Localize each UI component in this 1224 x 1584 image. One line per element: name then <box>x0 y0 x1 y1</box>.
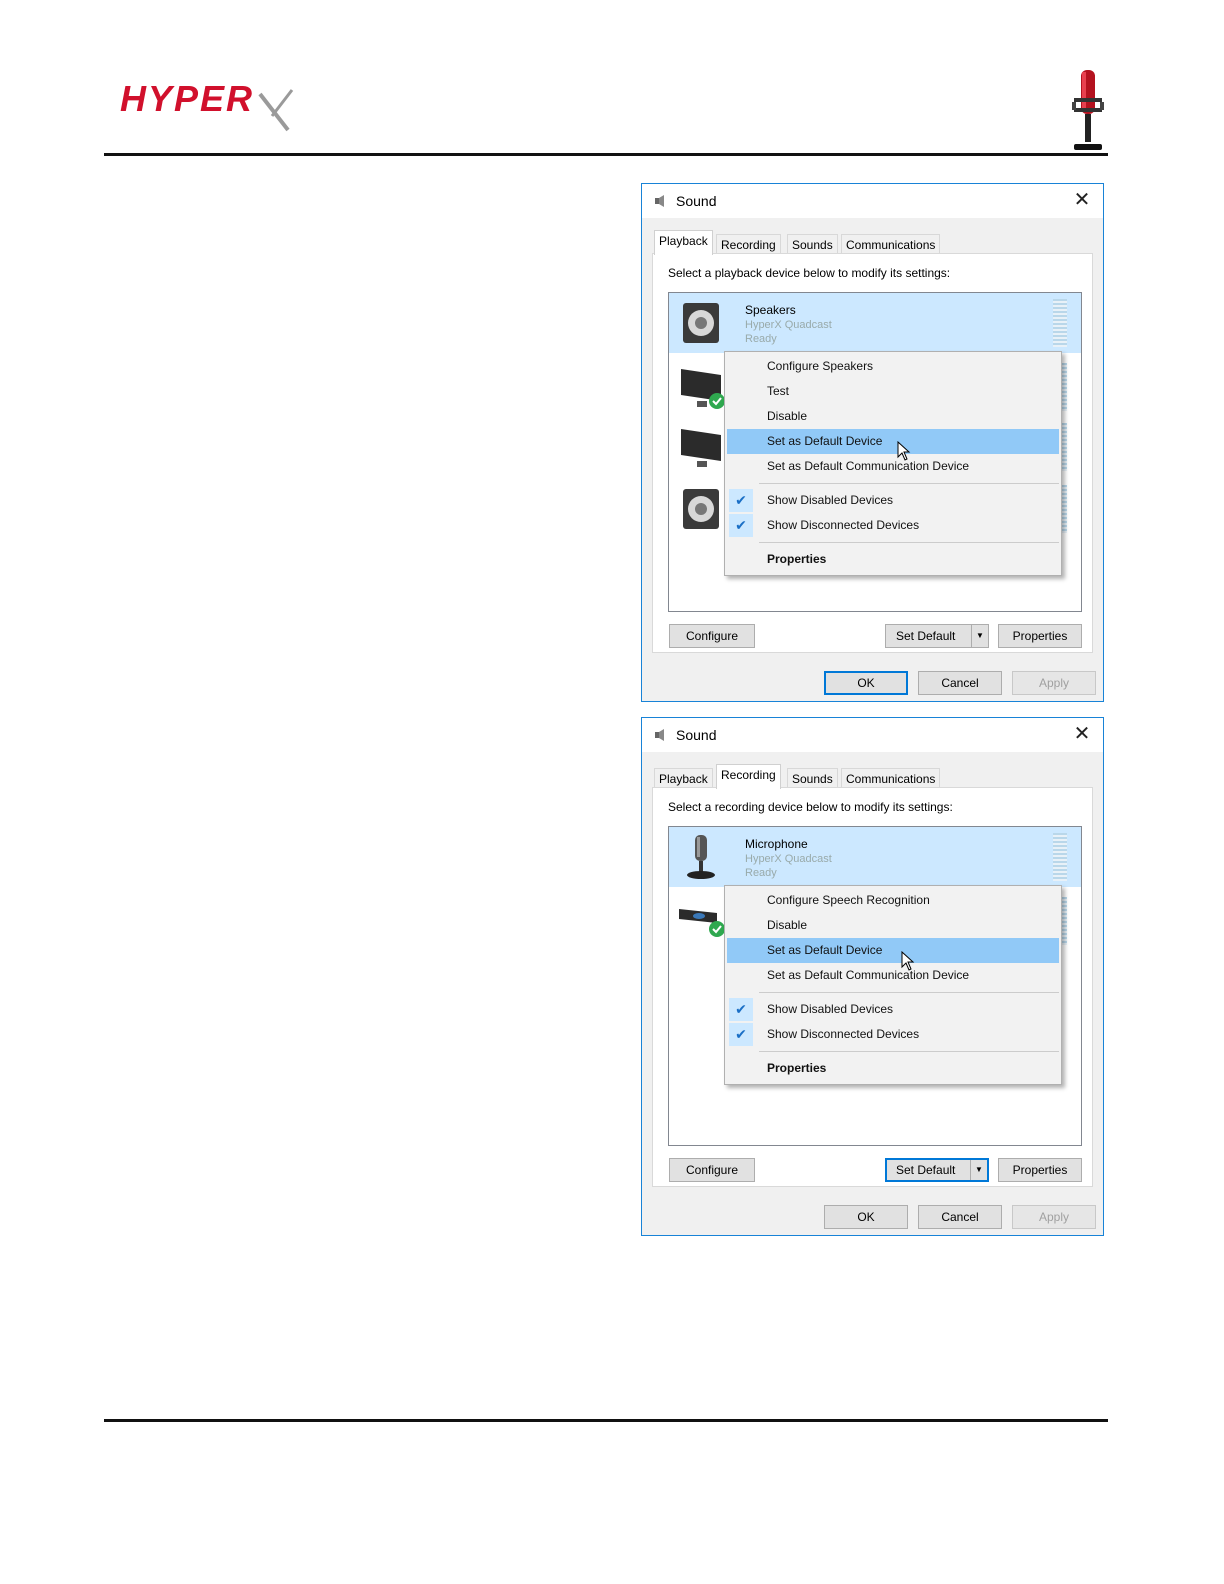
set-default-label: Set Default <box>896 1163 956 1177</box>
close-icon[interactable]: ✕ <box>1071 723 1093 745</box>
apply-button[interactable]: Apply <box>1012 1205 1096 1229</box>
sound-icon <box>655 729 664 741</box>
context-menu: Configure Speakers Test Disable Set as D… <box>724 351 1062 576</box>
microphone-icon <box>1072 70 1104 150</box>
instruction-text: Select a playback device below to modify… <box>668 266 951 280</box>
device-name: Speakers <box>745 303 796 317</box>
device-status: Ready <box>745 333 777 345</box>
dialog-title: Sound <box>676 193 717 209</box>
device-name: Microphone <box>745 837 808 851</box>
ok-button[interactable]: OK <box>824 671 908 695</box>
menu-item-configure-speech-recognition[interactable]: Configure Speech Recognition <box>727 888 1059 913</box>
check-icon: ✔ <box>729 1023 753 1046</box>
menu-item-set-default-device[interactable]: Set as Default Device <box>727 938 1059 963</box>
device-status: Ready <box>745 867 777 879</box>
menu-separator <box>759 542 1059 543</box>
context-menu: Configure Speech Recognition Disable Set… <box>724 885 1062 1085</box>
monitor-icon <box>681 429 721 467</box>
webcam-default-icon <box>679 909 725 937</box>
menu-item-label: Show Disconnected Devices <box>767 518 920 532</box>
footer-divider <box>104 1419 1108 1422</box>
close-icon[interactable]: ✕ <box>1071 189 1093 211</box>
menu-item-disable[interactable]: Disable <box>727 404 1059 429</box>
cancel-button[interactable]: Cancel <box>918 1205 1002 1229</box>
microphone-icon <box>687 835 715 879</box>
menu-item-label: Show Disabled Devices <box>767 1002 894 1016</box>
menu-item-show-disabled-devices[interactable]: ✔ Show Disabled Devices <box>727 997 1059 1022</box>
sound-dialog-playback: Sound ✕ Playback Recording Sounds Commun… <box>641 183 1104 702</box>
ok-button[interactable]: OK <box>824 1205 908 1229</box>
menu-item-set-default-communication-device[interactable]: Set as Default Communication Device <box>727 454 1059 479</box>
configure-button[interactable]: Configure <box>669 624 755 648</box>
device-detail: HyperX Quadcast <box>745 319 832 331</box>
menu-item-properties[interactable]: Properties <box>727 547 1059 572</box>
tab-panel: Select a recording device below to modif… <box>652 787 1093 1187</box>
mouse-cursor-icon <box>901 951 915 971</box>
tab-communications[interactable]: Communications <box>841 234 941 254</box>
check-icon: ✔ <box>729 514 753 537</box>
check-icon: ✔ <box>729 489 753 512</box>
hyperx-logo: HYPER <box>120 78 255 119</box>
sound-dialog-recording: Sound ✕ Playback Recording Sounds Commun… <box>641 717 1104 1236</box>
set-default-button[interactable]: Set Default ▼ <box>885 624 989 648</box>
tab-panel: Select a playback device below to modify… <box>652 253 1093 653</box>
menu-separator <box>759 483 1059 484</box>
chevron-down-icon[interactable]: ▼ <box>970 1160 987 1180</box>
device-list[interactable]: Microphone HyperX Quadcast Ready Configu… <box>668 826 1082 1146</box>
set-default-button[interactable]: Set Default ▼ <box>885 1158 989 1182</box>
menu-item-test[interactable]: Test <box>727 379 1059 404</box>
menu-item-set-default-device[interactable]: Set as Default Device <box>727 429 1059 454</box>
header-divider <box>104 153 1108 156</box>
menu-item-disable[interactable]: Disable <box>727 913 1059 938</box>
tab-playback[interactable]: Playback <box>654 230 713 255</box>
hyperx-x-icon <box>258 89 294 132</box>
check-icon: ✔ <box>729 998 753 1021</box>
tab-communications[interactable]: Communications <box>841 768 941 788</box>
tab-playback[interactable]: Playback <box>654 768 713 788</box>
device-row-speakers[interactable]: Speakers HyperX Quadcast Ready <box>669 293 1081 353</box>
menu-item-show-disconnected-devices[interactable]: ✔ Show Disconnected Devices <box>727 513 1059 538</box>
instruction-text: Select a recording device below to modif… <box>668 800 953 814</box>
device-list[interactable]: Speakers HyperX Quadcast Ready Configure… <box>668 292 1082 612</box>
menu-item-set-default-communication-device[interactable]: Set as Default Communication Device <box>727 963 1059 988</box>
apply-button[interactable]: Apply <box>1012 671 1096 695</box>
device-detail: HyperX Quadcast <box>745 853 832 865</box>
device-row-microphone[interactable]: Microphone HyperX Quadcast Ready <box>669 827 1081 887</box>
tab-sounds[interactable]: Sounds <box>787 768 838 788</box>
tab-sounds[interactable]: Sounds <box>787 234 838 254</box>
chevron-down-icon[interactable]: ▼ <box>971 625 988 647</box>
level-meter <box>1053 299 1067 347</box>
menu-item-show-disconnected-devices[interactable]: ✔ Show Disconnected Devices <box>727 1022 1059 1047</box>
level-meter <box>1053 833 1067 881</box>
cancel-button[interactable]: Cancel <box>918 671 1002 695</box>
monitor-default-icon <box>681 369 725 409</box>
menu-item-label: Show Disconnected Devices <box>767 1027 920 1041</box>
dialog-title: Sound <box>676 727 717 743</box>
menu-item-label: Show Disabled Devices <box>767 493 894 507</box>
mouse-cursor-icon <box>897 441 911 461</box>
configure-button[interactable]: Configure <box>669 1158 755 1182</box>
properties-button[interactable]: Properties <box>998 1158 1082 1182</box>
tab-recording[interactable]: Recording <box>716 234 781 254</box>
tab-recording[interactable]: Recording <box>716 764 781 789</box>
properties-button[interactable]: Properties <box>998 624 1082 648</box>
menu-item-properties[interactable]: Properties <box>727 1056 1059 1081</box>
sound-icon <box>655 195 664 207</box>
title-bar: Sound ✕ <box>642 184 1103 218</box>
set-default-label: Set Default <box>896 629 956 643</box>
speaker-icon <box>683 303 719 343</box>
speaker-icon <box>683 489 719 529</box>
menu-separator <box>759 1051 1059 1052</box>
title-bar: Sound ✕ <box>642 718 1103 752</box>
menu-item-configure-speakers[interactable]: Configure Speakers <box>727 354 1059 379</box>
menu-item-show-disabled-devices[interactable]: ✔ Show Disabled Devices <box>727 488 1059 513</box>
menu-separator <box>759 992 1059 993</box>
